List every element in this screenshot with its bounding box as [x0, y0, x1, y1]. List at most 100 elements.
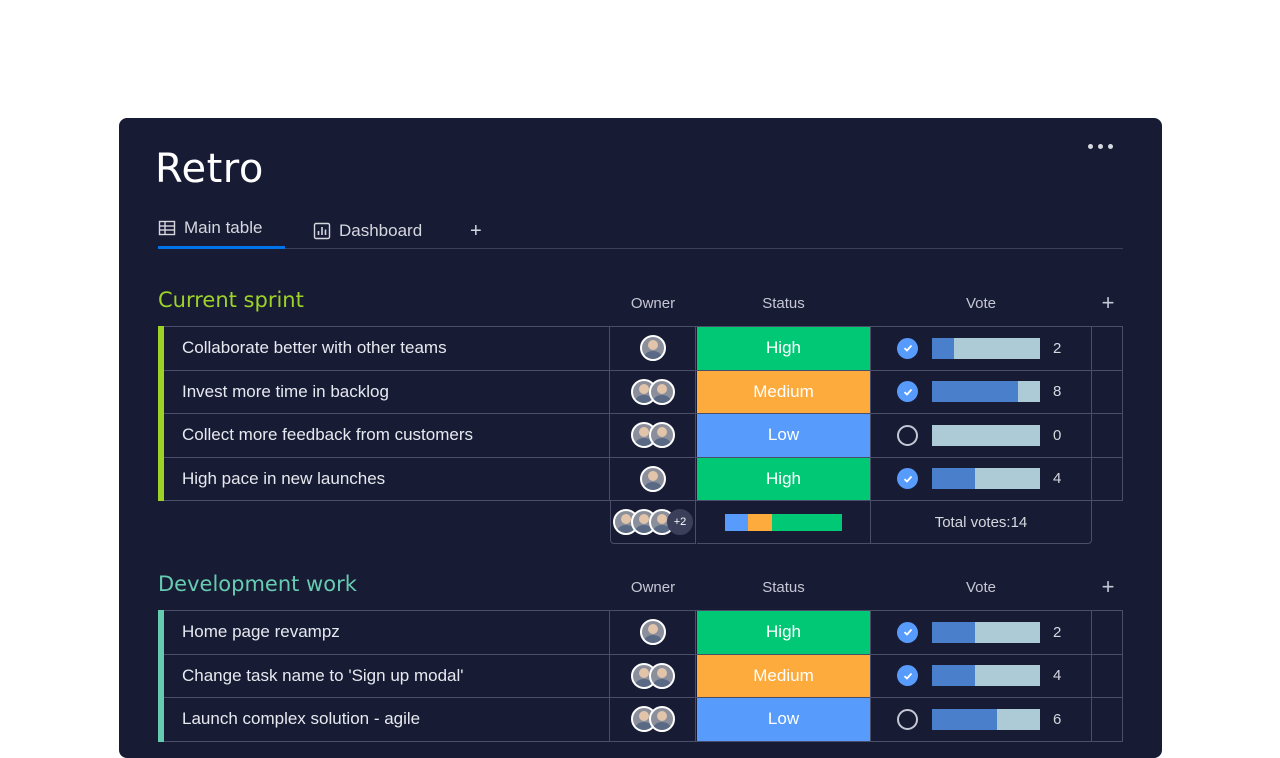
- vote-cell: 0: [870, 414, 1092, 457]
- table-row[interactable]: Collaborate better with other teams High…: [158, 326, 1123, 371]
- table-row[interactable]: Collect more feedback from customers Low…: [158, 413, 1123, 458]
- vote-cell: 6: [870, 698, 1092, 741]
- avatar[interactable]: [639, 335, 666, 362]
- table-row[interactable]: Invest more time in backlog Medium 8: [158, 369, 1123, 414]
- vote-cell: 4: [870, 457, 1092, 500]
- avatar[interactable]: [639, 465, 666, 492]
- vote-count: 6: [1053, 710, 1062, 728]
- item-name[interactable]: High pace in new launches: [164, 457, 610, 500]
- summary-status[interactable]: [697, 501, 870, 544]
- vote-count: 8: [1053, 383, 1062, 401]
- vote-cell: 8: [870, 370, 1092, 413]
- more-options-icon[interactable]: [1088, 142, 1120, 152]
- status-label[interactable]: High: [697, 457, 870, 500]
- tab-label: Main table: [184, 218, 263, 237]
- owner-cell[interactable]: [610, 611, 696, 654]
- status-segment-low: [724, 513, 749, 531]
- vote-progress-fill: [932, 337, 954, 359]
- item-name[interactable]: Launch complex solution - agile: [164, 698, 610, 741]
- table-row[interactable]: Change task name to 'Sign up modal' Medi…: [158, 653, 1123, 698]
- status-label[interactable]: Medium: [697, 370, 870, 413]
- status-segment-high: [771, 513, 843, 531]
- add-view-button[interactable]: +: [470, 220, 482, 243]
- board-title: Retro: [155, 146, 264, 192]
- summary-owners[interactable]: +2: [610, 501, 696, 544]
- vote-circle-icon[interactable]: [897, 708, 918, 730]
- vote-count: 2: [1053, 623, 1062, 641]
- vote-progress-bar: [932, 665, 1040, 687]
- vote-check-icon[interactable]: [897, 381, 918, 403]
- group-title[interactable]: Development work: [158, 572, 357, 596]
- vote-progress-fill: [932, 381, 1019, 403]
- vote-count: 4: [1053, 667, 1062, 685]
- status-distribution-bar: [724, 513, 843, 531]
- owner-cell[interactable]: [610, 654, 696, 697]
- owner-cell[interactable]: [610, 698, 696, 741]
- item-name[interactable]: Invest more time in backlog: [164, 370, 610, 413]
- vote-progress-bar: [932, 424, 1040, 446]
- table-icon: [158, 220, 176, 236]
- add-column-button[interactable]: +: [1098, 290, 1118, 316]
- owner-cell[interactable]: [610, 370, 696, 413]
- item-name[interactable]: Collaborate better with other teams: [164, 327, 610, 370]
- add-column-button[interactable]: +: [1098, 574, 1118, 600]
- vote-circle-icon[interactable]: [897, 424, 918, 446]
- vote-cell: 2: [870, 611, 1092, 654]
- vote-progress-bar: [932, 381, 1040, 403]
- vote-cell: 4: [870, 654, 1092, 697]
- vote-progress-bar: [932, 621, 1040, 643]
- vote-progress-fill: [932, 621, 976, 643]
- vote-progress-fill: [932, 708, 997, 730]
- group-summary-row: +2 Total votes:14: [158, 501, 1123, 544]
- vote-progress-fill: [932, 468, 976, 490]
- vote-check-icon[interactable]: [897, 621, 918, 643]
- status-label[interactable]: Medium: [697, 654, 870, 697]
- group-rows: Home page revampz High 2 Change task nam…: [158, 610, 1123, 742]
- total-votes: Total votes:14: [870, 501, 1092, 544]
- tab-label: Dashboard: [339, 221, 423, 240]
- avatar[interactable]: [648, 378, 675, 405]
- status-label[interactable]: Low: [697, 698, 870, 741]
- view-tabs: Main table Dashboard +: [158, 214, 1123, 249]
- item-name[interactable]: Home page revampz: [164, 611, 610, 654]
- vote-count: 4: [1053, 470, 1062, 488]
- column-header-vote: Vote: [965, 579, 997, 596]
- chart-icon: [313, 222, 331, 240]
- avatar[interactable]: [639, 619, 666, 646]
- vote-progress-fill: [932, 665, 976, 687]
- more-owners-badge: +2: [667, 509, 693, 535]
- tab-dashboard[interactable]: Dashboard: [313, 214, 422, 248]
- column-header-vote: Vote: [965, 295, 997, 312]
- item-name[interactable]: Change task name to 'Sign up modal': [164, 654, 610, 697]
- avatar[interactable]: [648, 706, 675, 733]
- tab-main-table[interactable]: Main table: [158, 214, 285, 249]
- group-rows: Collaborate better with other teams High…: [158, 326, 1123, 544]
- column-header-owner: Owner: [630, 295, 676, 312]
- column-header-owner: Owner: [630, 579, 676, 596]
- column-header-status: Status: [762, 295, 805, 312]
- owner-cell[interactable]: [610, 414, 696, 457]
- vote-check-icon[interactable]: [897, 665, 918, 687]
- vote-progress-bar: [932, 337, 1040, 359]
- status-label[interactable]: High: [697, 611, 870, 654]
- table-row[interactable]: Home page revampz High 2: [158, 610, 1123, 655]
- status-label[interactable]: Low: [697, 414, 870, 457]
- vote-check-icon[interactable]: [897, 468, 918, 490]
- avatar[interactable]: [648, 662, 675, 689]
- column-header-status: Status: [762, 579, 805, 596]
- vote-progress-bar: [932, 708, 1040, 730]
- group-title[interactable]: Current sprint: [158, 288, 304, 312]
- table-row[interactable]: High pace in new launches High 4: [158, 456, 1123, 501]
- vote-count: 2: [1053, 339, 1062, 357]
- status-segment-medium: [748, 513, 772, 531]
- board-panel: Retro Main table Dashboard + Current spr…: [119, 118, 1162, 758]
- item-name[interactable]: Collect more feedback from customers: [164, 414, 610, 457]
- vote-progress-bar: [932, 468, 1040, 490]
- vote-cell: 2: [870, 327, 1092, 370]
- avatar[interactable]: [648, 422, 675, 449]
- vote-check-icon[interactable]: [897, 337, 918, 359]
- owner-cell[interactable]: [610, 457, 696, 500]
- vote-count: 0: [1053, 426, 1062, 444]
- status-label[interactable]: High: [697, 327, 870, 370]
- owner-cell[interactable]: [610, 327, 696, 370]
